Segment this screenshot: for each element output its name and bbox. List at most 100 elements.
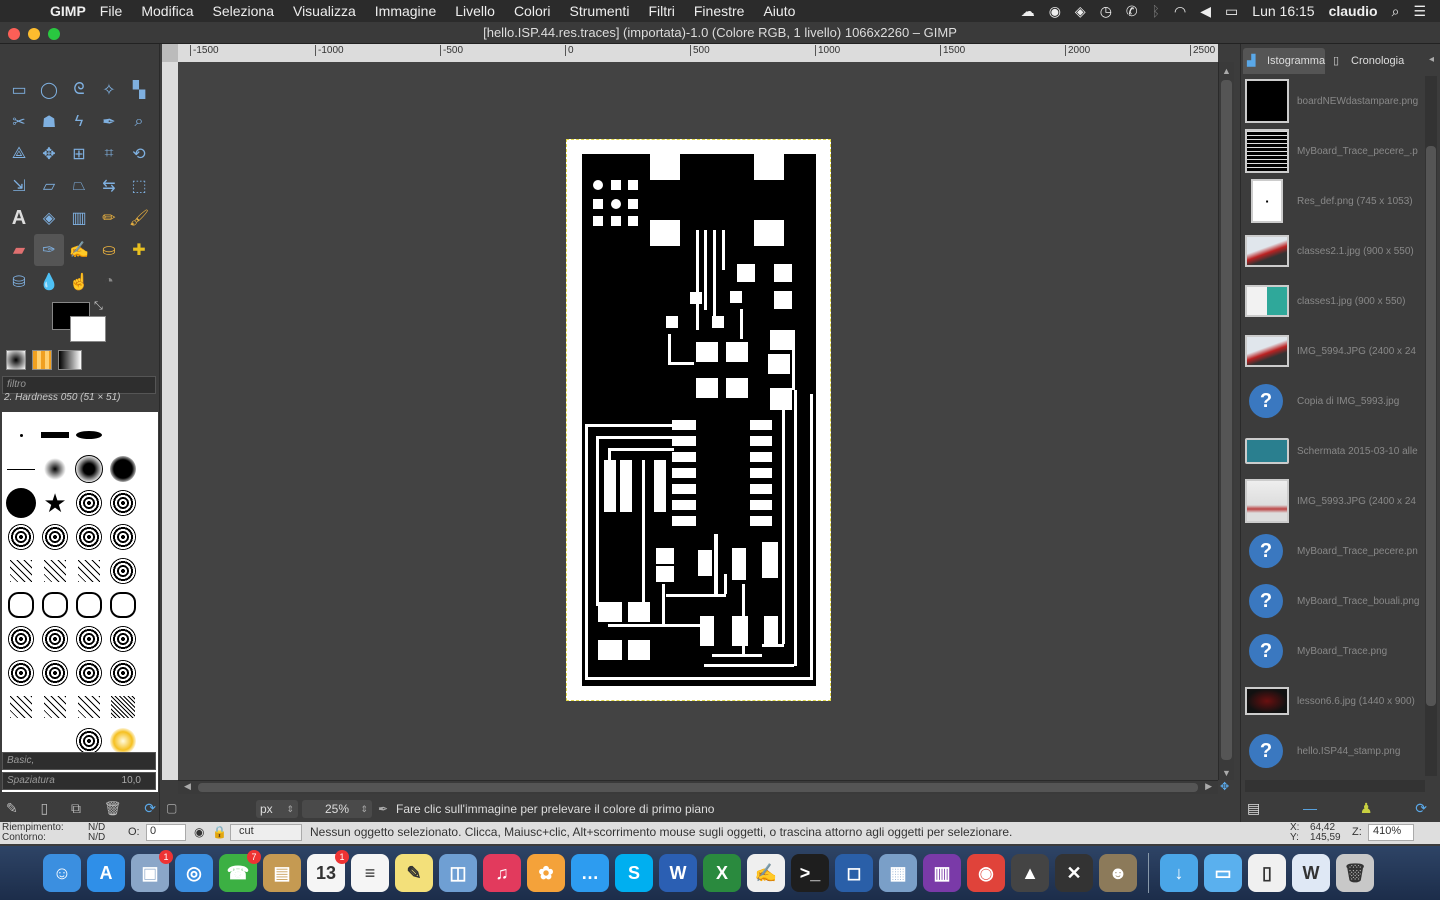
spacing-slider[interactable]: Spaziatura 10,0 (2, 772, 156, 790)
brush-item[interactable] (106, 690, 140, 724)
smudge-icon[interactable]: ☝ (64, 266, 94, 298)
brush-item[interactable] (72, 690, 106, 724)
image-list-item[interactable]: IMG_5994.JPG (2400 x 24 (1245, 326, 1421, 376)
brush-item[interactable] (4, 554, 38, 588)
cage-icon[interactable]: ⬚ (124, 170, 154, 202)
ruler-corner[interactable] (162, 44, 178, 62)
foreground-select-icon[interactable]: ☗ (34, 106, 64, 138)
document-icon[interactable]: ▯ (1248, 854, 1286, 892)
pattern-preview[interactable] (32, 350, 52, 370)
brush-item[interactable] (72, 452, 106, 486)
zoom-icon[interactable]: ⌕ (124, 106, 154, 138)
textedit-icon[interactable]: ✍ (747, 854, 785, 892)
scale-icon[interactable]: ⇲ (4, 170, 34, 202)
delete-brush-icon[interactable]: 🗑 (104, 800, 122, 817)
refresh-images-icon[interactable]: ⟳ (1415, 800, 1427, 817)
time-machine-icon[interactable]: ◷ (1100, 3, 1112, 20)
menu-file[interactable]: File (100, 3, 123, 19)
menu-modifica[interactable]: Modifica (141, 3, 193, 19)
brush-item[interactable] (38, 452, 72, 486)
scroll-up-icon[interactable]: ▲ (1222, 66, 1231, 76)
battery-icon[interactable]: ▭ (1225, 3, 1238, 20)
align-icon[interactable]: ⊞ (64, 138, 94, 170)
image-list-item[interactable]: ? hello.ISP44_stamp.png (1245, 726, 1421, 776)
brush-item[interactable] (72, 588, 106, 622)
sketch-icon[interactable]: ◻ (835, 854, 873, 892)
image-list-item[interactable]: ▪ Res_def.png (745 x 1053) (1245, 176, 1421, 226)
menu-livello[interactable]: Livello (455, 3, 495, 19)
chrome-icon[interactable]: ◉ (967, 854, 1005, 892)
finder-icon[interactable]: ☺ (43, 854, 81, 892)
messages-icon[interactable]: … (571, 854, 609, 892)
image-list-item[interactable]: Schermata 2015-03-10 alle (1245, 426, 1421, 476)
calendar-icon[interactable]: 13 1 (307, 850, 349, 892)
photos-icon[interactable]: ✿ (527, 854, 565, 892)
panel-hscroll[interactable] (1245, 780, 1425, 792)
scroll-left-icon[interactable]: ◀ (184, 781, 191, 792)
brush-item[interactable] (72, 520, 106, 554)
bluetooth-icon[interactable]: ᛒ (1152, 3, 1160, 19)
sync-icon[interactable]: ◉ (1049, 3, 1061, 20)
brush-item[interactable] (106, 554, 140, 588)
crop-icon[interactable]: ⌗ (94, 138, 124, 170)
unit-select[interactable]: px ⇕ (256, 800, 298, 818)
excel-icon[interactable]: X (703, 854, 741, 892)
rect-select-icon[interactable]: ▭ (4, 74, 34, 106)
vertical-scrollbar[interactable]: ▲ ▼ (1218, 62, 1234, 780)
panel-menu-icon[interactable]: ◂ (1429, 54, 1434, 65)
brush-item[interactable] (72, 418, 106, 452)
image-list-item[interactable]: IMG_5993.JPG (2400 x 24 (1245, 476, 1421, 526)
image-capture-icon[interactable]: ▦ (879, 854, 917, 892)
brush-item[interactable] (106, 588, 140, 622)
spotlight-icon[interactable]: ⌕ (1392, 3, 1400, 20)
duplicate-brush-icon[interactable]: ⧉ (71, 800, 81, 817)
image-list-item[interactable]: classes2.1.jpg (900 x 550) (1245, 226, 1421, 276)
brush-item[interactable] (38, 656, 72, 690)
dropbox-icon[interactable]: ◈ (1075, 3, 1086, 20)
paintbrush-icon[interactable]: 🖌 (124, 202, 154, 234)
blur-icon[interactable]: 💧 (34, 266, 64, 298)
itunes-icon[interactable]: ♫ (483, 854, 521, 892)
edit-brush-icon[interactable]: ✎ (6, 800, 18, 817)
downloads-icon[interactable]: ↓ (1160, 854, 1198, 892)
brush-item[interactable] (72, 486, 106, 520)
paths-icon[interactable]: ϟ (64, 106, 94, 138)
inkscape-icon[interactable]: ▲ (1011, 854, 1049, 892)
gimp-icon[interactable]: ☻ (1099, 854, 1137, 892)
brush-item[interactable] (4, 690, 38, 724)
image-list-item[interactable]: boardNEWdastampare.png (1245, 76, 1421, 126)
trash-icon[interactable]: 🗑 (1336, 854, 1374, 892)
background-color[interactable] (70, 316, 106, 342)
color-picker-icon[interactable]: ✒ (94, 106, 124, 138)
winrar-icon[interactable]: ▥ (923, 854, 961, 892)
brush-item[interactable] (72, 622, 106, 656)
clone-icon[interactable]: ⛀ (94, 234, 124, 266)
lock-icon[interactable]: 🔒 (212, 825, 227, 839)
menu-filtri[interactable]: Filtri (648, 3, 674, 19)
brush-item[interactable] (4, 656, 38, 690)
brush-item[interactable] (106, 418, 140, 452)
menu-seleziona[interactable]: Seleziona (212, 3, 274, 19)
contacts-icon[interactable]: ▤ (263, 854, 301, 892)
brush-item[interactable] (4, 622, 38, 656)
brush-item[interactable] (38, 554, 72, 588)
image-list-item[interactable]: MyBoard_Trace_pecere_.p (1245, 126, 1421, 176)
menu-finestre[interactable]: Finestre (694, 3, 745, 19)
tab-history[interactable]: ▯ Cronologia (1327, 48, 1417, 74)
eye-icon[interactable]: ◉ (194, 825, 204, 839)
reminders-icon[interactable]: ≡ (351, 854, 389, 892)
app-menu[interactable]: GIMP (50, 3, 86, 19)
menu-aiuto[interactable]: Aiuto (763, 3, 795, 19)
image-list-item[interactable]: ? MyBoard_Trace_pecere.pn (1245, 526, 1421, 576)
brush-item[interactable] (4, 418, 38, 452)
terminal-icon[interactable]: >_ (791, 854, 829, 892)
brush-preview[interactable] (6, 350, 26, 370)
scroll-right-icon[interactable]: ▶ (1205, 781, 1212, 792)
skype-icon[interactable]: S (615, 854, 653, 892)
pcb-trace-image[interactable] (582, 154, 816, 686)
word-icon[interactable]: W (659, 854, 697, 892)
blend-icon[interactable]: ▥ (64, 202, 94, 234)
eraser-icon[interactable]: ▰ (4, 234, 34, 266)
menu-colori[interactable]: Colori (514, 3, 551, 19)
perspective-icon[interactable]: ⏢ (64, 170, 94, 202)
